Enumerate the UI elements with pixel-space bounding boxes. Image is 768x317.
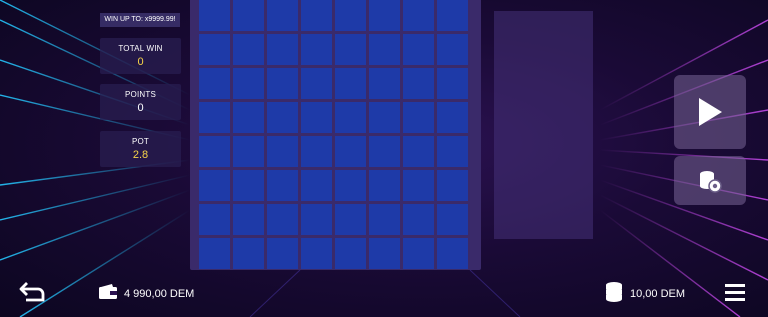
board-cell[interactable] (335, 238, 366, 269)
board-cell[interactable] (199, 238, 230, 269)
board-cell[interactable] (437, 238, 468, 269)
game-board (190, 0, 481, 270)
board-cell[interactable] (335, 204, 366, 235)
board-cell[interactable] (369, 0, 400, 31)
board-cell[interactable] (199, 102, 230, 133)
board-cell[interactable] (233, 102, 264, 133)
board-cell[interactable] (369, 170, 400, 201)
win-up-to-banner: WIN UP TO: x9999.99! (100, 13, 180, 27)
play-button[interactable] (674, 75, 746, 149)
points-panel: POINTS 0 (100, 84, 181, 120)
pot-label: POT (131, 137, 150, 146)
board-cell[interactable] (301, 238, 332, 269)
side-column (494, 11, 593, 239)
bet-text: 10,00 DEM (630, 288, 686, 300)
wallet-icon (99, 284, 117, 299)
board-cell[interactable] (199, 136, 230, 167)
total-win-label: TOTAL WIN (118, 44, 163, 53)
board-cell[interactable] (369, 238, 400, 269)
board-cell[interactable] (369, 136, 400, 167)
board-cell[interactable] (437, 102, 468, 133)
board-cell[interactable] (301, 136, 332, 167)
board-cell[interactable] (335, 34, 366, 65)
board-cell[interactable] (301, 102, 332, 133)
board-cell[interactable] (233, 0, 264, 31)
board-cell[interactable] (403, 136, 434, 167)
board-cell[interactable] (233, 204, 264, 235)
board-cell[interactable] (369, 102, 400, 133)
play-icon (699, 98, 722, 126)
board-cell[interactable] (437, 0, 468, 31)
board-cell[interactable] (233, 238, 264, 269)
board-cell[interactable] (403, 204, 434, 235)
pot-panel: POT 2.8 (100, 131, 181, 167)
total-win-value: 0 (137, 56, 144, 68)
board-cell[interactable] (437, 68, 468, 99)
back-arrow-icon[interactable] (18, 280, 46, 304)
board-cell[interactable] (437, 136, 468, 167)
board-cell[interactable] (267, 0, 298, 31)
board-cell[interactable] (233, 68, 264, 99)
coin-stack-icon (606, 282, 622, 302)
board-cell[interactable] (267, 34, 298, 65)
board-cell[interactable] (199, 68, 230, 99)
board-cell[interactable] (403, 102, 434, 133)
total-win-panel: TOTAL WIN 0 (100, 38, 181, 74)
board-cell[interactable] (335, 68, 366, 99)
board-cell[interactable] (335, 136, 366, 167)
board-cell[interactable] (437, 34, 468, 65)
board-cell[interactable] (267, 68, 298, 99)
board-cell[interactable] (267, 238, 298, 269)
board-cell[interactable] (403, 170, 434, 201)
board-cell[interactable] (403, 0, 434, 31)
points-value: 0 (137, 102, 144, 114)
board-cell[interactable] (199, 34, 230, 65)
board-cell[interactable] (335, 170, 366, 201)
board-cell[interactable] (301, 170, 332, 201)
board-cell[interactable] (199, 204, 230, 235)
board-cell[interactable] (267, 170, 298, 201)
board-cell[interactable] (369, 34, 400, 65)
board-cell[interactable] (199, 0, 230, 31)
board-cell[interactable] (403, 34, 434, 65)
board-cell[interactable] (369, 68, 400, 99)
board-cell[interactable] (335, 0, 366, 31)
menu-icon[interactable] (724, 282, 746, 302)
board-cell[interactable] (199, 170, 230, 201)
board-cell[interactable] (301, 0, 332, 31)
board-cell[interactable] (301, 204, 332, 235)
coins-settings-icon (700, 170, 722, 193)
points-label: POINTS (125, 90, 156, 99)
board-cell[interactable] (437, 204, 468, 235)
board-cell[interactable] (233, 136, 264, 167)
board-cell[interactable] (403, 68, 434, 99)
bet-settings-button[interactable] (674, 156, 746, 205)
board-cell[interactable] (267, 102, 298, 133)
board-cell[interactable] (267, 136, 298, 167)
board-cell[interactable] (301, 68, 332, 99)
board-cell[interactable] (335, 102, 366, 133)
board-cell[interactable] (267, 204, 298, 235)
board-cell[interactable] (233, 170, 264, 201)
board-cell[interactable] (233, 34, 264, 65)
balance-text: 4 990,00 DEM (124, 288, 195, 300)
board-cell[interactable] (369, 204, 400, 235)
pot-value: 2.8 (132, 149, 149, 161)
board-cell[interactable] (437, 170, 468, 201)
board-cell[interactable] (301, 34, 332, 65)
board-cell[interactable] (403, 238, 434, 269)
board-grid (199, 0, 468, 269)
